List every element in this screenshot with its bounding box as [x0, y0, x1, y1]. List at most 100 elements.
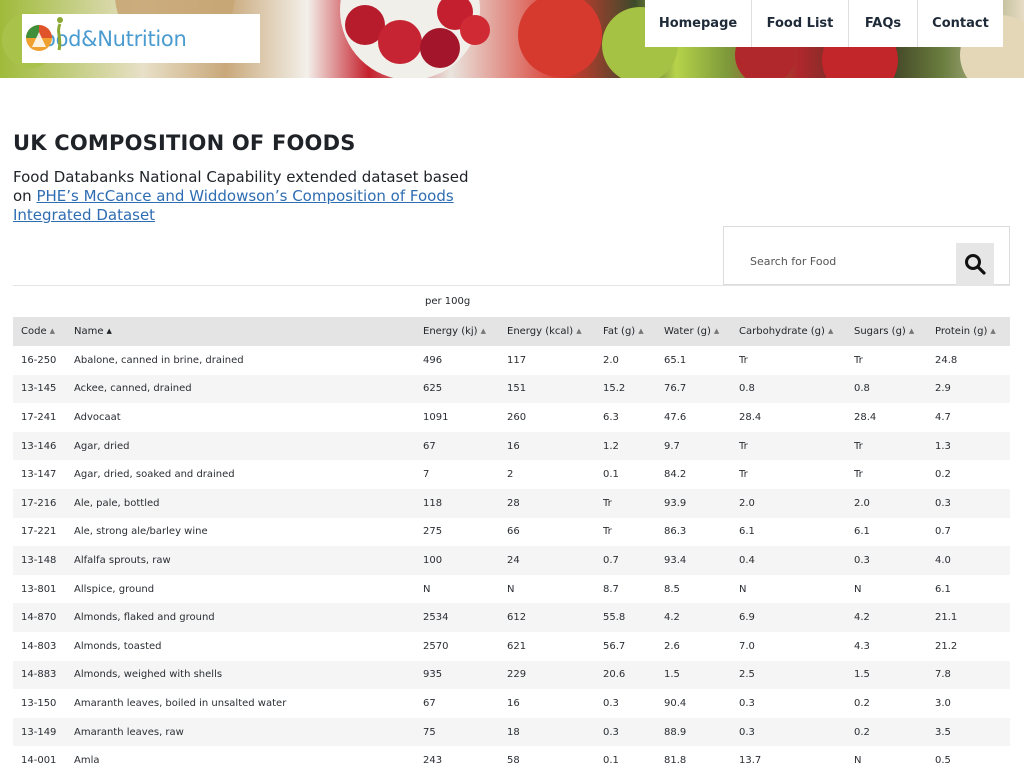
col-header-name[interactable]: Name ▲: [66, 317, 415, 346]
cell-sugars: Tr: [846, 431, 927, 461]
cell-energy-kcal: 151: [499, 374, 595, 404]
col-header-label: Fat (g): [603, 326, 636, 337]
col-header-energy-kcal[interactable]: Energy (kcal) ▲: [499, 317, 595, 346]
cell-name[interactable]: Almonds, flaked and ground: [66, 603, 415, 632]
nav-faqs[interactable]: FAQs: [848, 0, 917, 47]
cell-sugars: Tr: [854, 469, 863, 481]
cell-protein: 4.0: [927, 546, 1010, 575]
cell-name[interactable]: Agar, dried: [66, 431, 415, 461]
cell-code: 13-145: [13, 374, 66, 404]
cell-sugars: 6.1: [854, 526, 870, 538]
search-input[interactable]: [750, 255, 950, 268]
cell-carbohydrate: 0.3: [739, 697, 755, 709]
cell-water: 76.7: [656, 374, 731, 404]
cell-energy-kcal: 18: [499, 717, 595, 747]
table-row[interactable]: 14-883 Almonds, weighed with shells 935 229…: [13, 660, 1010, 690]
cell-code: 13-146: [13, 431, 66, 461]
cell-protein: 21.2: [935, 640, 958, 652]
cell-sugars: 0.8: [846, 374, 927, 404]
cell-energy-kcal: 621: [507, 640, 527, 652]
table-row[interactable]: 16-250 Abalone, canned in brine, drained 4…: [13, 346, 1010, 375]
site-logo[interactable]: Food&Nutrition: [22, 14, 260, 63]
cell-fat: 55.8: [595, 603, 656, 632]
search-icon: [965, 254, 986, 275]
table-row[interactable]: 13-147 Agar, dried, soaked and drained 7 2 0…: [13, 460, 1010, 489]
cell-energy-kj: 2534: [415, 603, 499, 632]
food-table: Code ▲ Name ▲ Energy (kj) ▲ Energy (kcal) ▲ …: [13, 317, 1010, 775]
col-header-carbohydrate[interactable]: Carbohydrate (g) ▲: [731, 317, 846, 346]
table-row[interactable]: 17-216 Ale, pale, bottled 118 28 Tr 93.9 2.0 2.…: [13, 488, 1010, 518]
cell-energy-kj: 935: [415, 660, 499, 690]
cell-water: 93.4: [656, 546, 731, 575]
sort-icon: ▲: [990, 327, 996, 335]
nav-contact[interactable]: Contact: [917, 0, 1003, 47]
table-row[interactable]: 17-241 Advocaat 1091 260 6.3 47.6 28.4 28.4 4.7: [13, 403, 1010, 432]
cell-protein: 0.3: [927, 488, 1010, 518]
cell-carbohydrate: 28.4: [739, 411, 762, 423]
col-header-protein[interactable]: Protein (g) ▲: [927, 317, 1010, 346]
nav-homepage[interactable]: Homepage: [645, 0, 751, 47]
cell-carbohydrate: 6.1: [739, 526, 755, 538]
cell-protein: 0.7: [935, 526, 951, 538]
cell-protein: 21.1: [927, 603, 1010, 632]
cell-water: 86.3: [664, 526, 687, 538]
table-row[interactable]: 17-221 Ale, strong ale/barley wine 275 66 Tr…: [13, 518, 1010, 547]
sort-icon: ▲: [49, 327, 55, 335]
table-row[interactable]: 13-148 Alfalfa sprouts, raw 100 24 0.7 93.4 0.…: [13, 546, 1010, 575]
cell-name[interactable]: Ale, strong ale/barley wine: [66, 518, 415, 547]
cell-name[interactable]: Ackee, canned, drained: [66, 374, 415, 404]
table-row[interactable]: 13-145 Ackee, canned, drained 625 151 15.2 76…: [13, 374, 1010, 404]
cell-water: 47.6: [664, 411, 687, 423]
cell-energy-kcal: 58: [507, 755, 520, 767]
table-row[interactable]: 14-803 Almonds, toasted 2570 621 56.7 2.6 7.0 4…: [13, 632, 1010, 661]
col-header-label: Carbohydrate (g): [739, 326, 825, 337]
table-row[interactable]: 13-150 Amaranth leaves, boiled in unsalte…: [13, 689, 1010, 718]
cell-carbohydrate: 0.3: [731, 717, 846, 747]
col-header-energy-kj[interactable]: Energy (kj) ▲: [415, 317, 499, 346]
cell-name[interactable]: Amaranth leaves, raw: [66, 717, 415, 747]
main-nav: Homepage Food List FAQs Contact: [645, 0, 1003, 47]
col-header-water[interactable]: Water (g) ▲: [656, 317, 731, 346]
cell-name[interactable]: Abalone, canned in brine, drained: [66, 346, 415, 375]
per-100g-label: per 100g: [425, 296, 471, 307]
cell-sugars: N: [854, 583, 862, 595]
col-header-label: Energy (kj): [423, 326, 478, 337]
table-row[interactable]: 14-870 Almonds, flaked and ground 2534 612 5…: [13, 603, 1010, 632]
col-header-code[interactable]: Code ▲: [13, 317, 66, 346]
cell-name[interactable]: Amaranth leaves, boiled in unsalted wate…: [66, 689, 415, 718]
dataset-link[interactable]: PHE’s McCance and Widdowson’s Compositio…: [13, 187, 454, 224]
cell-energy-kcal: 66: [507, 526, 520, 538]
cell-fat: 2.0: [603, 354, 619, 366]
cell-energy-kj: 625: [415, 374, 499, 404]
cell-energy-kcal: 16: [499, 431, 595, 461]
col-header-label: Name: [74, 326, 104, 337]
table-row[interactable]: 13-149 Amaranth leaves, raw 75 18 0.3 88.9 0.3…: [13, 717, 1010, 747]
cell-energy-kj: 67: [423, 697, 436, 709]
cell-name[interactable]: Allspice, ground: [66, 575, 415, 604]
table-row[interactable]: 14-001 Amla 243 58 0.1 81.8 13.7 N 0.5: [13, 746, 1010, 775]
table-row[interactable]: 13-146 Agar, dried 67 16 1.2 9.7 Tr Tr 1.3: [13, 431, 1010, 461]
cell-name[interactable]: Almonds, weighed with shells: [66, 660, 415, 690]
cell-carbohydrate: 0.4: [731, 546, 846, 575]
cell-carbohydrate: 13.7: [739, 755, 762, 767]
col-header-fat[interactable]: Fat (g) ▲: [595, 317, 656, 346]
cell-name[interactable]: Agar, dried, soaked and drained: [66, 460, 415, 489]
cell-energy-kcal: 2: [507, 469, 514, 481]
cell-water: 84.2: [664, 469, 687, 481]
cell-carbohydrate: 2.0: [731, 488, 846, 518]
cell-fat: Tr: [595, 488, 656, 518]
cell-protein: 2.9: [927, 374, 1010, 404]
cell-name[interactable]: Amla: [66, 746, 415, 775]
table-row[interactable]: 13-801 Allspice, ground N N 8.7 8.5 N N 6.1: [13, 575, 1010, 604]
cell-name[interactable]: Ale, pale, bottled: [66, 488, 415, 518]
cell-energy-kcal: 260: [507, 411, 527, 423]
sort-icon: ▲: [908, 327, 915, 335]
cell-name[interactable]: Alfalfa sprouts, raw: [66, 546, 415, 575]
search-button[interactable]: [956, 243, 994, 285]
cell-water: 2.6: [664, 640, 680, 652]
cell-name[interactable]: Almonds, toasted: [66, 632, 415, 661]
cell-code: 17-221: [21, 526, 57, 538]
col-header-sugars[interactable]: Sugars (g) ▲: [846, 317, 927, 346]
nav-food-list[interactable]: Food List: [751, 0, 848, 47]
cell-name[interactable]: Advocaat: [66, 403, 415, 432]
